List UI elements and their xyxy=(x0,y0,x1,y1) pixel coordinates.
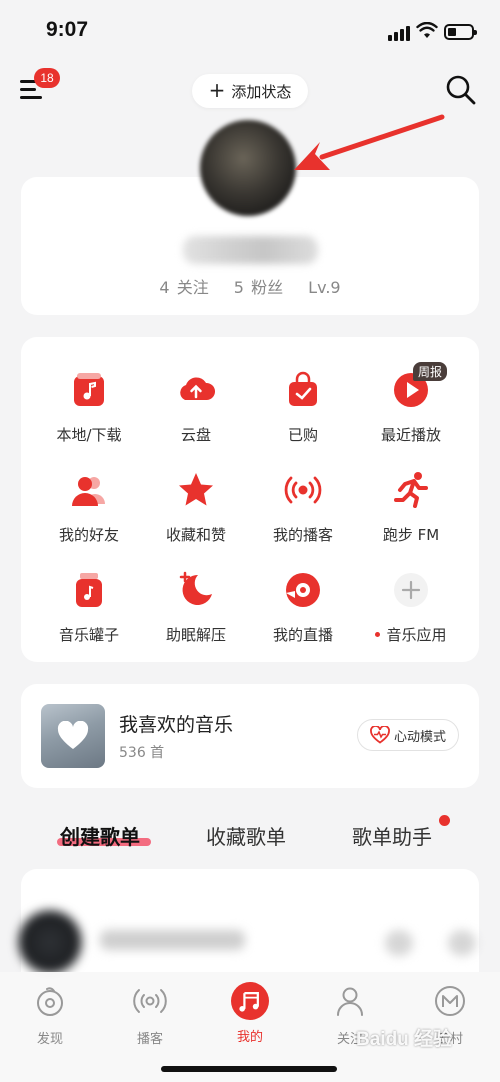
grid-item-recent-play[interactable]: 最近播放 xyxy=(356,370,466,445)
add-status-button[interactable]: + 添加状态 xyxy=(192,74,308,108)
star-icon xyxy=(179,473,213,506)
grid-item-my-podcast[interactable]: 我的播客 xyxy=(248,470,358,545)
grid-item-local-download[interactable]: 本地/下载 xyxy=(34,370,144,445)
grid-item-running-fm[interactable]: 跑步 FM xyxy=(356,470,466,545)
grid-item-favorites[interactable]: 收藏和赞 xyxy=(141,470,251,545)
wifi-icon xyxy=(416,22,438,38)
fans-count[interactable]: 5 粉丝 xyxy=(234,278,283,297)
nav-discover[interactable]: 发现 xyxy=(10,984,90,1047)
cloud-upload-icon xyxy=(180,377,216,400)
liked-music-title: 我喜欢的音乐 xyxy=(119,714,234,736)
liked-music-card[interactable]: 我喜欢的音乐 536 首 心动模式 xyxy=(21,684,479,788)
my-music-icon xyxy=(231,982,269,1020)
nav-my-music[interactable]: 我的 xyxy=(210,982,290,1045)
friends-icon xyxy=(72,477,105,506)
liked-music-cover xyxy=(41,704,105,768)
music-jar-icon xyxy=(76,573,102,607)
level-badge[interactable]: Lv.9 xyxy=(308,278,340,297)
add-status-label: 添加状态 xyxy=(231,82,292,101)
tab-created-playlists[interactable]: 创建歌单 xyxy=(60,821,140,850)
discover-icon xyxy=(37,987,63,1016)
annotation-arrow xyxy=(294,114,445,170)
playlist-more-icon[interactable] xyxy=(448,930,476,956)
heart-icon xyxy=(57,721,89,749)
tab-collected-playlists[interactable]: 收藏歌单 xyxy=(206,821,286,850)
new-dot xyxy=(375,632,381,637)
nav-podcast[interactable]: 播客 xyxy=(110,984,190,1047)
grid-item-music-apps[interactable]: 音乐应用 xyxy=(356,570,466,645)
running-icon xyxy=(394,472,428,508)
playlist-action-icon[interactable] xyxy=(385,930,413,956)
grid-item-music-jar[interactable]: 音乐罐子 xyxy=(34,570,144,645)
playlist-cover[interactable] xyxy=(18,910,82,974)
following-count[interactable]: 4 关注 xyxy=(159,278,208,297)
plus-icon xyxy=(394,573,428,607)
profile-stats: 4 关注 5 粉丝 Lv.9 xyxy=(0,274,500,298)
search-icon[interactable] xyxy=(445,74,477,106)
grid-item-my-friends[interactable]: 我的好友 xyxy=(34,470,144,545)
battery-icon xyxy=(444,24,477,40)
purchased-bag-icon xyxy=(289,371,317,406)
heartbeat-icon xyxy=(370,726,390,744)
watermark: Baidu 经验 xyxy=(356,1029,453,1050)
music-file-icon xyxy=(74,373,104,406)
tab-playlist-assistant[interactable]: 歌单助手 xyxy=(352,821,432,850)
grid-item-purchased[interactable]: 已购 xyxy=(248,370,358,445)
broadcast-icon xyxy=(284,476,322,504)
grid-item-my-live[interactable]: 我的直播 xyxy=(248,570,358,645)
weekly-report-tag: 周报 xyxy=(413,362,448,381)
status-time: 9:07 xyxy=(46,18,89,41)
cloud-village-icon xyxy=(435,986,465,1016)
cellular-signal-icon xyxy=(388,26,410,41)
heart-mode-button[interactable]: 心动模式 xyxy=(357,719,459,751)
nickname[interactable] xyxy=(183,236,318,264)
notification-badge: 18 xyxy=(34,68,60,88)
home-indicator[interactable] xyxy=(161,1066,337,1072)
grid-item-cloud-drive[interactable]: 云盘 xyxy=(141,370,251,445)
playlist-title[interactable] xyxy=(100,930,245,950)
live-icon xyxy=(286,573,320,607)
status-bar: 9:07 xyxy=(0,0,500,60)
playlist-assistant-dot xyxy=(439,815,450,826)
podcast-icon xyxy=(133,989,167,1013)
plus-icon: + xyxy=(208,78,226,102)
liked-music-count: 536 首 xyxy=(119,745,165,761)
grid-item-sleep[interactable]: 助眠解压 xyxy=(141,570,251,645)
follow-icon xyxy=(337,987,363,1016)
sleep-moon-icon xyxy=(179,571,212,605)
